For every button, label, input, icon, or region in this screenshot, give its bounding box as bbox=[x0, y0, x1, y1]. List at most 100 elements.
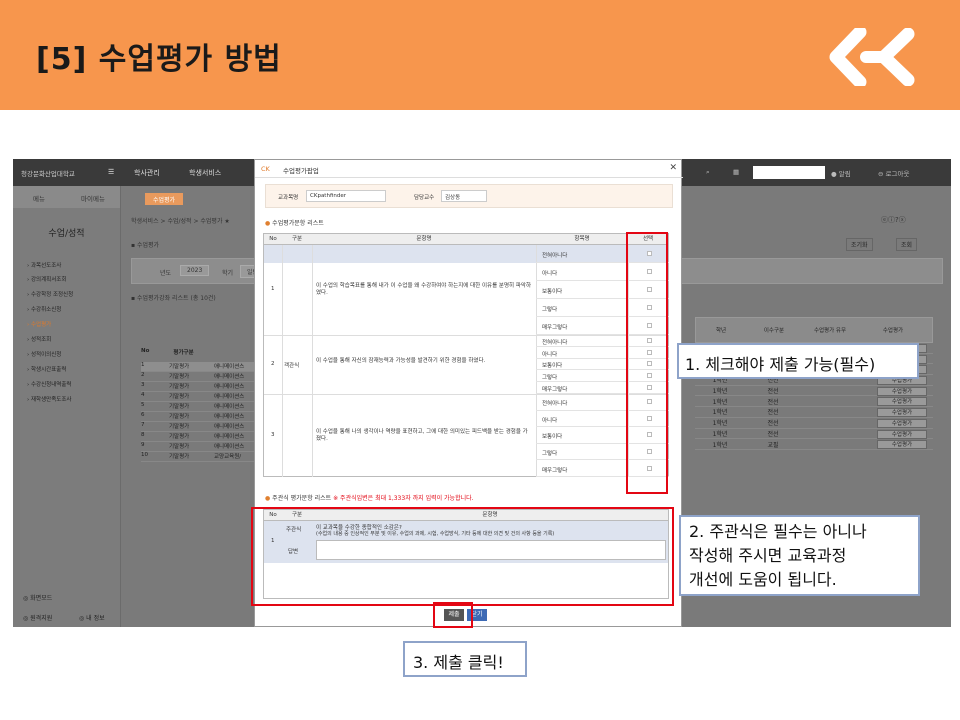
table-row[interactable]: 5 기말평가 애니메이션스 bbox=[141, 402, 271, 412]
option-label: 전혀아니다 bbox=[542, 253, 568, 259]
row-type: 전선 bbox=[767, 398, 779, 406]
table-row[interactable]: 1 기말평가 애니메이션스 bbox=[141, 362, 271, 372]
sidebar-item[interactable]: › 강의계획서조회 bbox=[27, 275, 66, 283]
option-label: 아니다 bbox=[542, 351, 558, 358]
column-header: 수업평가 유무 bbox=[813, 328, 847, 334]
table-row[interactable]: 2 기말평가 애니메이션스 bbox=[141, 372, 271, 382]
table-row[interactable]: 4 기말평가 애니메이션스 bbox=[141, 392, 271, 402]
question-no: 1 bbox=[271, 286, 275, 292]
row-kind: 기말평가 bbox=[169, 454, 190, 460]
column-header: 문항명 bbox=[312, 234, 536, 245]
column-header: 이수구분 bbox=[763, 328, 785, 334]
course-field: CKpathfinder bbox=[306, 190, 386, 202]
row-type: 전선 bbox=[767, 388, 779, 396]
table-row[interactable]: 3 기말평가 애니메이션스 bbox=[141, 382, 271, 392]
table-row: 1학년 전선 수업평가 bbox=[695, 386, 933, 397]
menu-icon[interactable]: ☰ bbox=[108, 168, 114, 176]
option-label: 매우그렇다 bbox=[542, 467, 568, 474]
tab-my-menu[interactable]: 마이메뉴 bbox=[81, 193, 105, 203]
column-header: 구분 bbox=[282, 234, 312, 245]
main-tab-eval[interactable]: 수업평가 bbox=[145, 193, 184, 205]
evaluate-button[interactable]: 수업평가 bbox=[877, 429, 927, 439]
option-label: 보통이다 bbox=[542, 434, 563, 441]
sidebar-item-active[interactable]: › 수업평가 bbox=[27, 320, 51, 328]
row-kind: 기말평가 bbox=[169, 444, 190, 450]
help-icons[interactable]: ⓔⓘ?ⓧ bbox=[881, 215, 906, 225]
sidebar-item[interactable]: › 성적이의신청 bbox=[27, 350, 61, 358]
row-no: 3 bbox=[141, 382, 145, 388]
divider bbox=[282, 245, 283, 477]
callout-3: 3. 제출 클릭! bbox=[403, 641, 527, 677]
row-kind: 기말평가 bbox=[169, 434, 190, 440]
column-header: 학년 bbox=[715, 328, 727, 334]
user-name-box bbox=[753, 166, 825, 179]
logout-link[interactable]: ⊖ 로그아웃 bbox=[878, 168, 909, 178]
option-label: 아니다 bbox=[542, 271, 558, 277]
apps-grid-icon[interactable]: ▦ bbox=[733, 168, 739, 176]
nav-item[interactable]: 학생서비스 bbox=[189, 168, 221, 178]
nav-item[interactable]: 학사관리 bbox=[134, 168, 160, 178]
sidebar-item[interactable]: › 수강취소신청 bbox=[27, 305, 61, 313]
table-row: 1학년 전선 수업평가 bbox=[695, 429, 933, 440]
modal-logo-icon: CK bbox=[261, 165, 270, 173]
callout-2-line: 2. 주관식은 필수는 아니나 bbox=[689, 522, 867, 541]
close-icon[interactable]: ✕ bbox=[669, 163, 677, 173]
evaluate-button[interactable]: 수업평가 bbox=[877, 386, 927, 396]
checkbox-highlight-box bbox=[626, 232, 668, 494]
row-grade: 1학년 bbox=[712, 441, 728, 449]
my-info-link[interactable]: ◎ 내 정보 bbox=[79, 613, 105, 622]
option-label: 매우그렇다 bbox=[542, 325, 568, 331]
table-row[interactable]: 7 기말평가 애니메이션스 bbox=[141, 422, 271, 432]
column-header: 수업평가 bbox=[882, 328, 904, 334]
professor-label: 담당교수 bbox=[414, 195, 435, 201]
evaluate-button[interactable]: 수업평가 bbox=[877, 418, 927, 428]
brand-name: 청강문화산업대학교 bbox=[21, 170, 75, 178]
table-row: 1학년 전선 수업평가 bbox=[695, 396, 933, 408]
row-kind: 기말평가 bbox=[169, 374, 190, 380]
search-icon[interactable]: ⌕ bbox=[706, 168, 710, 177]
sidebar-item[interactable]: › 성적조회 bbox=[27, 335, 51, 343]
row-no: 7 bbox=[141, 422, 145, 428]
sidebar-item[interactable]: › 과목선도조사 bbox=[27, 261, 61, 269]
table-row[interactable]: 10 기말평가 교양교육원/ bbox=[141, 452, 271, 462]
evaluate-button[interactable]: 수업평가 bbox=[877, 397, 927, 407]
table-row[interactable]: 8 기말평가 애니메이션스 bbox=[141, 432, 271, 442]
evaluate-button[interactable]: 수업평가 bbox=[877, 408, 927, 418]
search-button[interactable]: 조회 bbox=[896, 238, 918, 251]
sidebar-item[interactable]: › 수강학정 조정신청 bbox=[27, 290, 73, 298]
tab-menu[interactable]: 메뉴 bbox=[33, 193, 45, 203]
row-type: 교필 bbox=[767, 441, 779, 449]
sidebar-item[interactable]: › 수강신청내역출력 bbox=[27, 380, 71, 388]
sidebar-item[interactable]: › 재학생만족도조사 bbox=[27, 395, 71, 403]
column-header: No bbox=[264, 234, 282, 245]
notification-link[interactable]: ● 알림 bbox=[831, 168, 851, 178]
callout-2-line: 작성해 주시면 교육과정 bbox=[689, 546, 847, 565]
table-row[interactable]: 6 기말평가 애니메이션스 bbox=[141, 412, 271, 422]
option-label: 보통이다 bbox=[542, 363, 563, 370]
row-no: 5 bbox=[141, 402, 145, 408]
table-row: 1학년 전선 수업평가 bbox=[695, 407, 933, 418]
table-row: 1학년 교필 수업평가 bbox=[695, 439, 933, 450]
callout-1: 1. 체크해야 제출 가능(필수) bbox=[677, 343, 919, 379]
table-row[interactable]: 9 기말평가 애니메이션스 bbox=[141, 442, 271, 452]
page-heading: ▪ 수업평가 bbox=[131, 242, 160, 249]
table-header: 학년 이수구분 수업평가 유무 수업평가 bbox=[695, 317, 933, 343]
modal-titlebar: CK 수업평가팝업 ✕ bbox=[255, 160, 683, 178]
remote-support-link[interactable]: ◎ 원격지원 bbox=[23, 613, 52, 622]
row-no: 6 bbox=[141, 412, 145, 418]
year-select[interactable]: 2023 bbox=[180, 265, 210, 276]
row-no: 4 bbox=[141, 392, 145, 398]
evaluate-button[interactable]: 수업평가 bbox=[877, 440, 927, 450]
screen-mode-toggle[interactable]: ◎ 화면모드 bbox=[23, 593, 52, 602]
row-kind: 기말평가 bbox=[169, 384, 190, 390]
divider bbox=[312, 245, 313, 477]
sidebar-item[interactable]: › 학생시간표출력 bbox=[27, 365, 66, 373]
category-label: 객관식 bbox=[284, 363, 300, 369]
question-no: 2 bbox=[271, 360, 275, 367]
sidebar: 메뉴 마이메뉴 수업/성적 › 과목선도조사 › 강의계획서조회 › 수강학정 … bbox=[13, 186, 120, 627]
question-list-title: ● 수업평가문항 리스트 bbox=[265, 220, 324, 227]
course-table-left: No 평가구분 1 기말평가 애니메이션스 2 기말평가 애니메이션스 3 기말평가 애니메이션… bbox=[141, 348, 271, 462]
slide-banner: [5] 수업평가 방법 bbox=[0, 0, 960, 110]
option-label: 아니다 bbox=[542, 417, 558, 424]
reset-button[interactable]: 조기화 bbox=[846, 238, 873, 251]
